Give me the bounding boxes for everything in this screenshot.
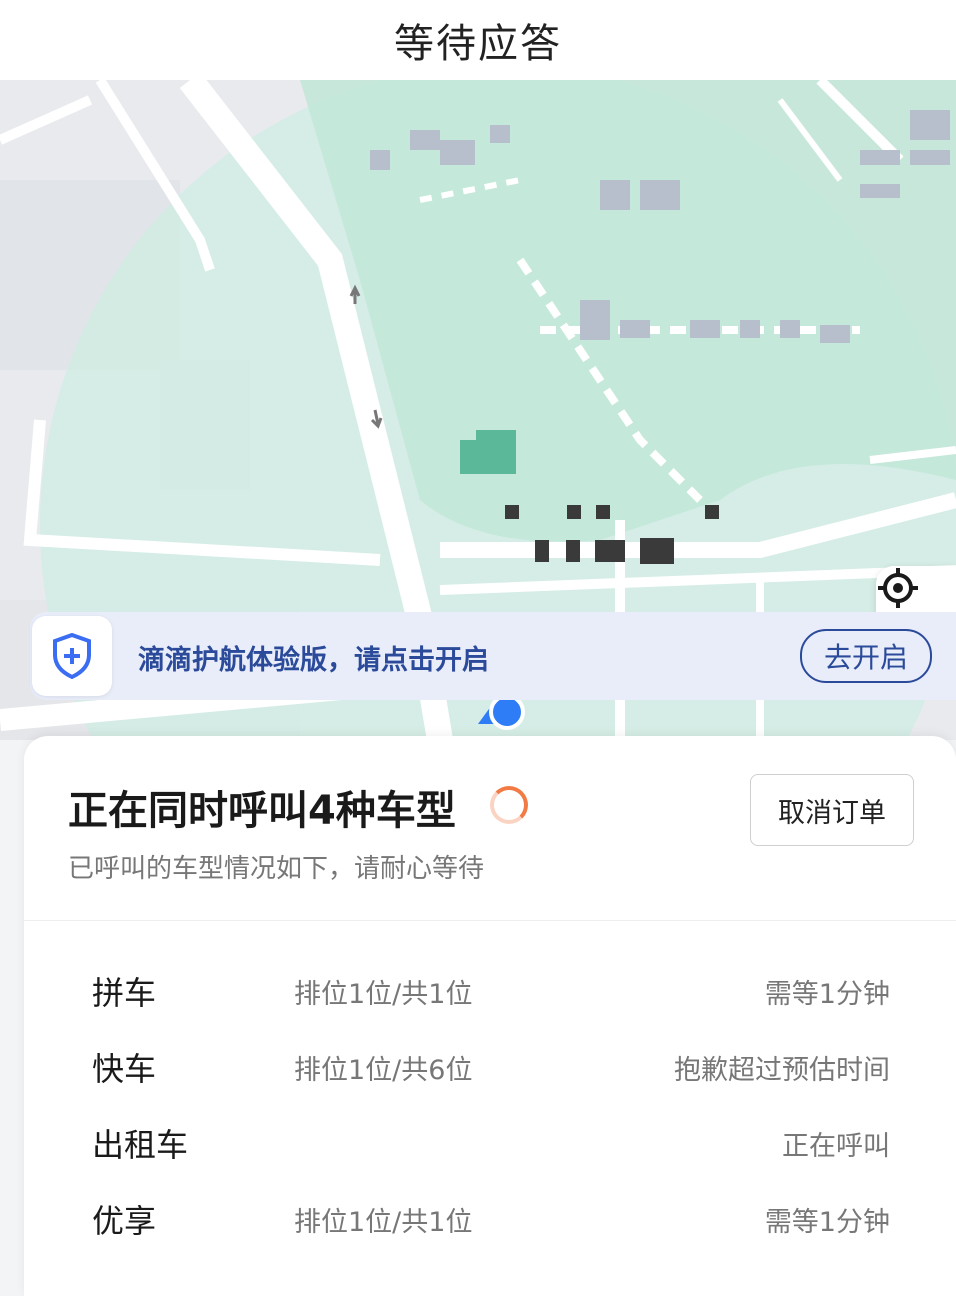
car-type-name: 快车 xyxy=(92,1050,157,1088)
page-title: 等待应答 xyxy=(394,21,562,67)
shield-icon-box xyxy=(32,616,112,696)
car-type-name: 优享 xyxy=(92,1202,157,1240)
car-type-wait: 正在呼叫 xyxy=(782,1131,890,1162)
car-type-row: 出租车 正在呼叫 xyxy=(24,1102,956,1178)
car-type-list: 拼车 排位1位/共1位 需等1分钟 快车 排位1位/共6位 抱歉超过预估时间 出… xyxy=(24,950,956,1254)
page-header: 等待应答 xyxy=(0,0,956,80)
cancel-order-button[interactable]: 取消订单 xyxy=(750,774,914,846)
divider xyxy=(24,920,956,921)
locate-crosshair-icon xyxy=(878,568,918,608)
car-type-name: 拼车 xyxy=(92,974,157,1012)
order-status-panel: 正在同时呼叫4种车型 已呼叫的车型情况如下，请耐心等待 取消订单 拼车 排位1位… xyxy=(24,736,956,1296)
safety-banner[interactable]: 滴滴护航体验版，请点击开启 去开启 xyxy=(30,612,956,700)
loading-spinner-icon xyxy=(490,786,528,824)
car-type-wait: 需等1分钟 xyxy=(764,979,890,1010)
car-type-row: 拼车 排位1位/共1位 需等1分钟 xyxy=(24,950,956,1026)
banner-text: 滴滴护航体验版，请点击开启 xyxy=(138,645,489,676)
calling-status-subtitle: 已呼叫的车型情况如下，请耐心等待 xyxy=(68,854,485,884)
car-type-name: 出租车 xyxy=(92,1126,189,1164)
car-type-row: 优享 排位1位/共1位 需等1分钟 xyxy=(24,1178,956,1254)
car-type-queue: 排位1位/共1位 xyxy=(294,1207,473,1238)
enable-protection-button[interactable]: 去开启 xyxy=(800,629,932,683)
car-type-queue: 排位1位/共6位 xyxy=(294,1055,473,1086)
shield-plus-icon xyxy=(53,633,91,679)
car-type-queue: 排位1位/共1位 xyxy=(294,979,473,1010)
car-type-row: 快车 排位1位/共6位 抱歉超过预估时间 xyxy=(24,1026,956,1102)
calling-status-title: 正在同时呼叫4种车型 xyxy=(68,788,456,834)
car-type-wait: 需等1分钟 xyxy=(764,1207,890,1238)
car-type-wait: 抱歉超过预估时间 xyxy=(674,1055,890,1086)
